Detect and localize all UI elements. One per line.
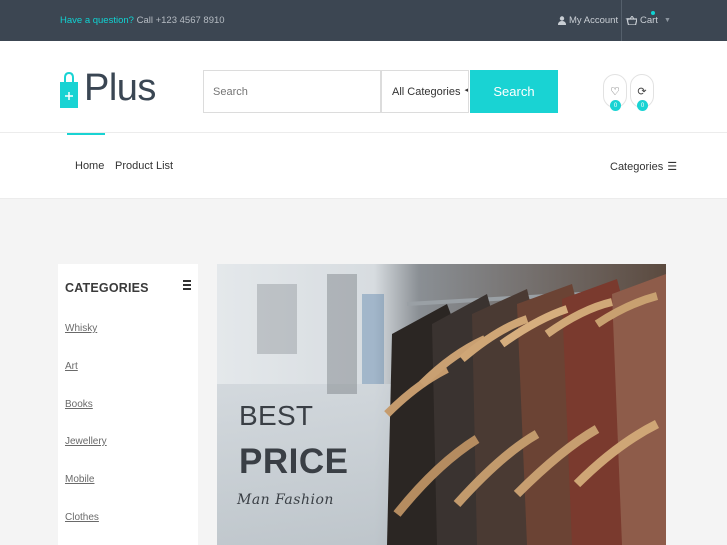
contact-info: Have a question? Call +123 4567 8910: [60, 15, 225, 26]
select-arrow-icon: ◂: [464, 87, 468, 94]
nav-categories[interactable]: Categories ☰: [610, 160, 678, 174]
divider: [621, 0, 622, 41]
banner-headline: BEST: [239, 400, 314, 431]
question-link[interactable]: Have a question?: [60, 15, 134, 26]
sidebar-title: CATEGORIES: [65, 281, 149, 295]
my-account-label: My Account: [569, 15, 619, 26]
wishlist-button[interactable]: ♡ 0: [603, 74, 627, 114]
chevron-down-icon: ▼: [663, 17, 671, 24]
sidebar-item-art[interactable]: Art: [65, 361, 78, 372]
cart-label: Cart: [640, 15, 658, 26]
search-bar: All Categories ◂ Search: [203, 70, 558, 113]
nav-home[interactable]: Home: [75, 160, 104, 172]
category-select[interactable]: All Categories ◂: [381, 70, 469, 113]
sidebar-item-jewellery[interactable]: Jewellery: [65, 436, 107, 447]
search-input[interactable]: [203, 70, 381, 113]
sidebar-item-whisky[interactable]: Whisky: [65, 323, 97, 334]
hero-banner[interactable]: BEST PRICE Man Fashion: [217, 264, 666, 545]
categories-sidebar: CATEGORIES Whisky Art Books Jewellery Mo…: [58, 264, 198, 545]
nav-product-list[interactable]: Product List: [115, 160, 173, 172]
top-bar: Have a question? Call +123 4567 8910 My …: [0, 0, 727, 41]
cart-indicator: [651, 11, 655, 15]
menu-icon: ☰: [667, 161, 678, 173]
search-button[interactable]: Search: [470, 70, 558, 113]
menu-icon[interactable]: [183, 280, 191, 290]
sidebar-item-books[interactable]: Books: [65, 399, 93, 410]
banner-subheadline: PRICE: [239, 442, 349, 481]
banner-tagline: Man Fashion: [237, 492, 334, 508]
compare-count: 0: [637, 100, 648, 111]
compare-button[interactable]: ⟳ 0: [630, 74, 654, 114]
category-select-value: All Categories: [392, 85, 461, 98]
logo-text: Plus: [84, 67, 156, 109]
phone-number: Call +123 4567 8910: [136, 15, 225, 26]
main-nav: Home Product List Categories ☰: [0, 133, 727, 199]
shopping-bag-icon: [60, 71, 78, 108]
header: Plus All Categories ◂ Search ♡ 0 ⟳ 0: [0, 41, 727, 133]
sidebar-item-mobile[interactable]: Mobile: [65, 474, 94, 485]
sidebar-item-clothes[interactable]: Clothes: [65, 512, 99, 523]
wishlist-count: 0: [610, 100, 621, 111]
nav-categories-label: Categories: [610, 160, 664, 173]
user-icon: [558, 16, 566, 25]
active-nav-indicator: [67, 133, 105, 135]
logo[interactable]: Plus: [60, 68, 156, 108]
basket-icon: [627, 16, 637, 25]
cart-dropdown[interactable]: Cart ▼: [627, 11, 671, 26]
